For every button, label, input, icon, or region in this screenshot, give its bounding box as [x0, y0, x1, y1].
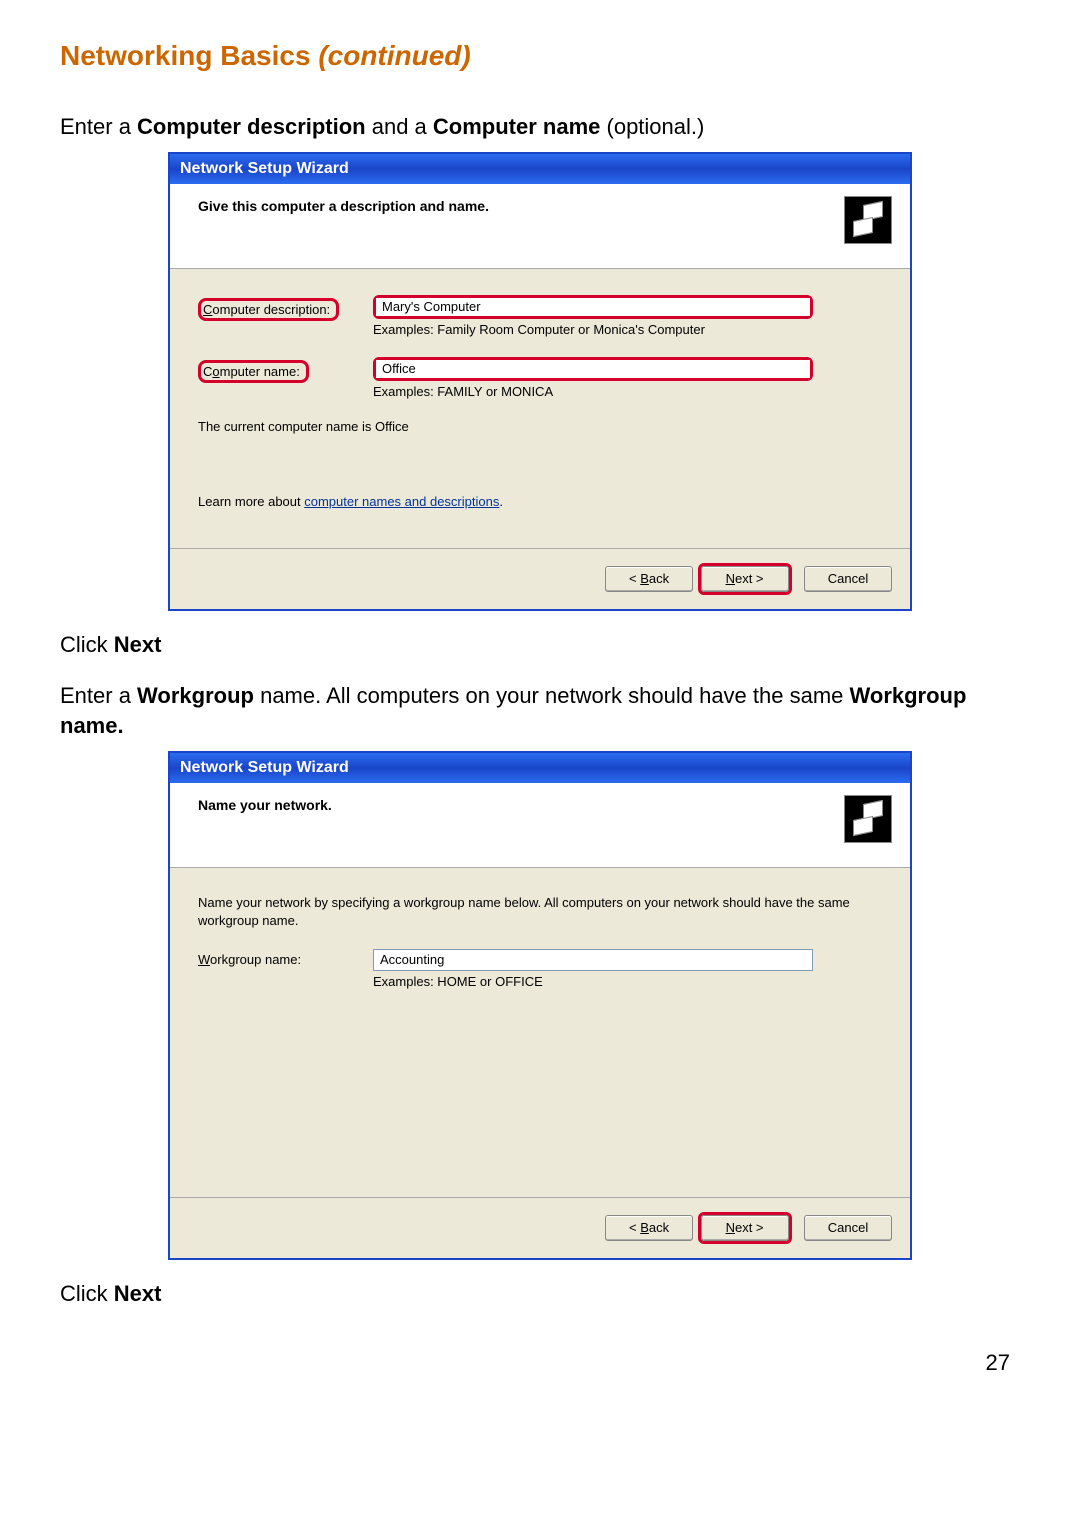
mnemonic: o [212, 364, 219, 379]
highlight-next: Next > [698, 1212, 792, 1244]
text: ext > [735, 571, 764, 586]
text-bold: Workgroup [137, 683, 254, 708]
name-example: Examples: FAMILY or MONICA [373, 384, 882, 399]
text: Click [60, 1281, 114, 1306]
page-heading: Networking Basics (continued) [60, 40, 1020, 72]
current-name-info: The current computer name is Office [198, 419, 882, 434]
label-text: orkgroup name: [210, 952, 301, 967]
text: and a [366, 114, 433, 139]
text: ack [649, 571, 669, 586]
label-description: Computer description: [198, 295, 373, 321]
label-text: omputer description: [212, 302, 330, 317]
text: ack [649, 1220, 669, 1235]
mnemonic: B [640, 1220, 649, 1235]
network-icon [844, 196, 892, 244]
cancel-button[interactable]: Cancel [804, 1215, 892, 1241]
mnemonic: W [198, 952, 210, 967]
text-bold: Computer name [433, 114, 600, 139]
wizard-computer-name: Network Setup Wizard Give this computer … [169, 153, 911, 610]
description-example: Examples: Family Room Computer or Monica… [373, 322, 882, 337]
workgroup-example: Examples: HOME or OFFICE [373, 974, 882, 989]
text: Learn more about [198, 494, 304, 509]
page-number: 27 [60, 1350, 1020, 1376]
field-computer-name: Examples: FAMILY or MONICA [373, 357, 882, 399]
workgroup-name-input[interactable] [373, 949, 813, 971]
highlight-name-label: Computer name: [198, 360, 309, 383]
highlight-description-input [373, 295, 813, 319]
button-bar: < Back Next > Cancel [170, 1198, 910, 1258]
wizard-body: Name your network by specifying a workgr… [170, 868, 910, 1198]
highlight-name-input [373, 357, 813, 381]
learn-more: Learn more about computer names and desc… [198, 494, 882, 509]
row-computer-name: Computer name: Examples: FAMILY or MONIC… [198, 357, 882, 399]
text: Click [60, 632, 114, 657]
text: < [629, 1220, 640, 1235]
mnemonic: C [203, 302, 212, 317]
text: C [203, 364, 212, 379]
wizard-header-text: Give this computer a description and nam… [198, 196, 489, 214]
button-bar: < Back Next > Cancel [170, 549, 910, 609]
back-button[interactable]: < Back [605, 1215, 693, 1241]
instruction-1: Enter a Computer description and a Compu… [60, 112, 1020, 143]
heading-main: Networking Basics [60, 40, 318, 71]
computer-description-input[interactable] [376, 298, 810, 316]
label-workgroup: Workgroup name: [198, 949, 373, 967]
network-icon [844, 795, 892, 843]
wizard-body: Computer description: Examples: Family R… [170, 269, 910, 549]
click-next-1: Click Next [60, 630, 1020, 661]
click-next-2: Click Next [60, 1279, 1020, 1310]
field-description: Examples: Family Room Computer or Monica… [373, 295, 882, 337]
text: ext > [735, 1220, 764, 1235]
wizard-workgroup: Network Setup Wizard Name your network. … [169, 752, 911, 1259]
heading-continued: (continued) [318, 40, 470, 71]
row-workgroup: Workgroup name: Examples: HOME or OFFICE [198, 949, 882, 989]
next-button[interactable]: Next > [701, 1215, 789, 1241]
text: (optional.) [600, 114, 704, 139]
text-bold: Next [114, 1281, 162, 1306]
instruction-2: Enter a Workgroup name. All computers on… [60, 681, 1020, 743]
workgroup-description: Name your network by specifying a workgr… [198, 894, 882, 930]
text: < [629, 571, 640, 586]
computer-name-input[interactable] [376, 360, 810, 378]
mnemonic: N [726, 1220, 735, 1235]
wizard-header: Name your network. [170, 783, 910, 868]
titlebar: Network Setup Wizard [170, 753, 910, 783]
field-workgroup: Examples: HOME or OFFICE [373, 949, 882, 989]
mnemonic: B [640, 571, 649, 586]
highlight-description-label: Computer description: [198, 298, 339, 321]
label-text: mputer name: [220, 364, 300, 379]
mnemonic: N [726, 571, 735, 586]
highlight-next: Next > [698, 563, 792, 595]
text: name. All computers on your network shou… [254, 683, 850, 708]
wizard-header: Give this computer a description and nam… [170, 184, 910, 269]
row-description: Computer description: Examples: Family R… [198, 295, 882, 337]
text-bold: Computer description [137, 114, 366, 139]
back-button[interactable]: < Back [605, 566, 693, 592]
learn-more-link[interactable]: computer names and descriptions [304, 494, 499, 509]
text-bold: Next [114, 632, 162, 657]
titlebar: Network Setup Wizard [170, 154, 910, 184]
next-button[interactable]: Next > [701, 566, 789, 592]
text: Enter a [60, 683, 137, 708]
text: Enter a [60, 114, 137, 139]
wizard-header-text: Name your network. [198, 795, 332, 813]
text: . [499, 494, 503, 509]
label-computer-name: Computer name: [198, 357, 373, 383]
cancel-button[interactable]: Cancel [804, 566, 892, 592]
